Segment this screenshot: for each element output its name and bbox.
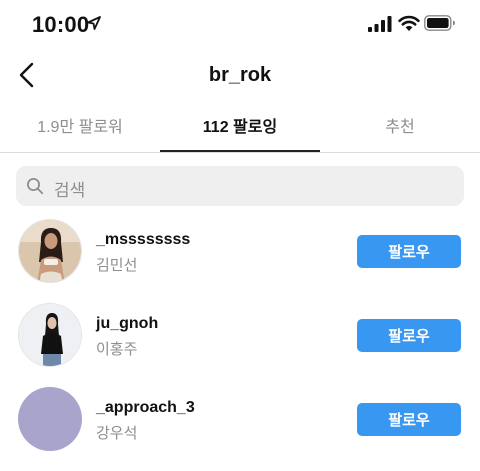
tab-followers[interactable]: 1.9만 팔로워 <box>0 108 160 152</box>
battery-icon <box>424 15 455 31</box>
username[interactable]: _approach_3 <box>96 399 195 417</box>
username[interactable]: ju_gnoh <box>96 315 158 333</box>
location-arrow-icon <box>87 16 101 30</box>
list-item[interactable]: _mssssssss 김민선 팔로우 <box>0 219 480 303</box>
full-name: 강우석 <box>96 425 138 442</box>
full-name: 김민선 <box>96 257 138 274</box>
status-time: 10:00 <box>32 12 90 37</box>
search-input[interactable]: 검색 <box>16 166 464 206</box>
list-item[interactable]: _approach_3 강우석 팔로우 <box>0 387 480 471</box>
status-bar: 10:00 <box>0 0 480 50</box>
search-icon <box>27 178 44 195</box>
page-title: br_rok <box>208 64 272 86</box>
tab-following[interactable]: 112 팔로잉 <box>160 108 320 152</box>
username[interactable]: _mssssssss <box>96 231 190 249</box>
follow-button[interactable]: 팔로우 <box>357 319 461 352</box>
list-item[interactable]: ju_gnoh 이홍주 팔로우 <box>0 303 480 387</box>
follow-button[interactable]: 팔로우 <box>357 403 461 436</box>
active-tab-indicator <box>160 150 320 152</box>
nav-header: br_rok <box>0 50 480 102</box>
tab-bar: 1.9만 팔로워 112 팔로잉 추천 <box>0 108 480 153</box>
avatar[interactable] <box>18 387 82 451</box>
follow-button[interactable]: 팔로우 <box>357 235 461 268</box>
avatar[interactable] <box>18 303 82 367</box>
full-name: 이홍주 <box>96 341 138 358</box>
tab-suggested[interactable]: 추천 <box>320 108 480 152</box>
cellular-signal-icon <box>368 16 392 32</box>
search-placeholder: 검색 <box>54 181 86 200</box>
avatar[interactable] <box>18 219 82 283</box>
wifi-icon <box>398 15 420 31</box>
